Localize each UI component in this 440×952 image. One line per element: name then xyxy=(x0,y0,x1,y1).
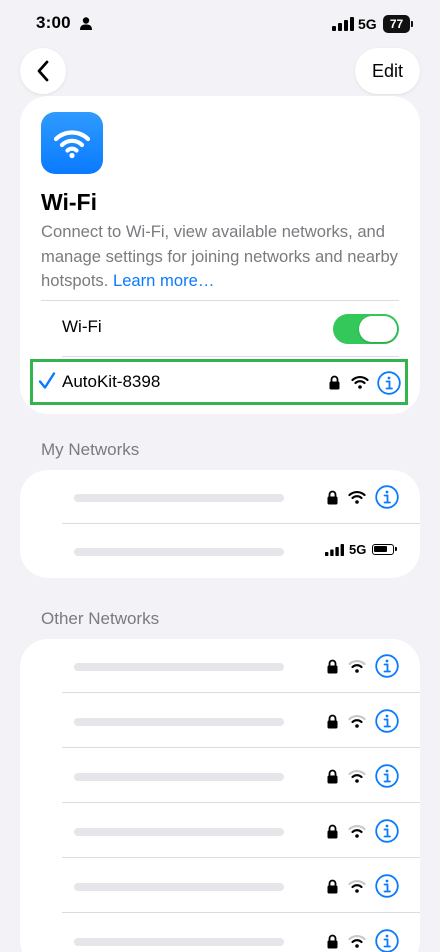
divider xyxy=(62,747,420,748)
chevron-left-icon xyxy=(37,60,49,82)
divider xyxy=(62,356,399,357)
lock-icon xyxy=(327,659,338,674)
network-name-placeholder xyxy=(74,883,284,891)
cellular-signal-icon xyxy=(332,17,354,31)
checkmark-icon xyxy=(38,372,56,389)
page-title: Wi-Fi xyxy=(41,189,97,215)
list-item[interactable] xyxy=(20,749,420,803)
divider xyxy=(62,857,420,858)
info-icon[interactable] xyxy=(377,371,401,395)
list-item[interactable] xyxy=(20,859,420,913)
wifi-signal-icon xyxy=(348,714,366,728)
network-name-placeholder xyxy=(74,718,284,726)
info-icon[interactable] xyxy=(375,874,399,898)
lock-icon xyxy=(329,375,340,390)
person-icon xyxy=(80,17,92,30)
hotspot-network-type: 5G xyxy=(349,542,367,557)
info-icon[interactable] xyxy=(375,709,399,733)
wifi-card: Wi-Fi Connect to Wi-Fi, view available n… xyxy=(20,96,420,414)
connected-network-name: AutoKit-8398 xyxy=(62,372,161,391)
wifi-icon xyxy=(53,130,91,159)
network-name-placeholder xyxy=(74,548,284,556)
wifi-app-icon xyxy=(41,112,103,174)
wifi-signal-icon xyxy=(348,879,366,893)
list-item[interactable] xyxy=(20,470,420,524)
learn-more-link[interactable]: Learn more… xyxy=(113,271,214,290)
list-item[interactable]: 5G xyxy=(20,524,420,578)
status-network-type: 5G xyxy=(358,16,377,32)
wifi-settings-screen: 3:00 5G 77 Edit Wi-Fi Connect to Wi-Fi, … xyxy=(0,0,440,952)
description-text: Connect to Wi-Fi, view available network… xyxy=(41,222,398,290)
hotspot-battery-icon xyxy=(372,544,397,555)
wifi-signal-icon xyxy=(348,490,366,504)
info-icon[interactable] xyxy=(375,819,399,843)
divider xyxy=(62,912,420,913)
wifi-signal-icon xyxy=(348,659,366,673)
my-networks-header: My Networks xyxy=(41,440,140,459)
status-time: 3:00 xyxy=(36,13,71,32)
wifi-signal-icon xyxy=(348,769,366,783)
toggle-knob xyxy=(359,316,397,342)
network-name-placeholder xyxy=(74,828,284,836)
wifi-signal-icon xyxy=(351,375,369,389)
network-name-placeholder xyxy=(74,663,284,671)
wifi-description: Connect to Wi-Fi, view available network… xyxy=(41,220,411,294)
battery-icon: 77 xyxy=(383,15,413,33)
connected-network-row[interactable]: AutoKit-8398 xyxy=(30,359,408,405)
status-bar: 3:00 5G 77 xyxy=(0,0,440,48)
lock-icon xyxy=(327,934,338,949)
other-networks-header: Other Networks xyxy=(41,609,160,628)
wifi-toggle-label: Wi-Fi xyxy=(62,317,102,336)
info-icon[interactable] xyxy=(375,654,399,678)
network-name-placeholder xyxy=(74,494,284,502)
lock-icon xyxy=(327,879,338,894)
list-item[interactable] xyxy=(20,639,420,693)
divider xyxy=(62,692,420,693)
list-item[interactable] xyxy=(20,804,420,858)
other-networks-list xyxy=(20,639,420,952)
network-name-placeholder xyxy=(74,773,284,781)
my-networks-list: 5G xyxy=(20,470,420,578)
edit-button[interactable]: Edit xyxy=(355,48,420,94)
divider xyxy=(41,300,399,301)
wifi-toggle[interactable] xyxy=(333,314,399,344)
info-icon[interactable] xyxy=(375,929,399,952)
lock-icon xyxy=(327,490,338,505)
wifi-signal-icon xyxy=(348,824,366,838)
lock-icon xyxy=(327,714,338,729)
cellular-signal-icon xyxy=(325,544,344,556)
info-icon[interactable] xyxy=(375,764,399,788)
lock-icon xyxy=(327,824,338,839)
wifi-signal-icon xyxy=(348,934,366,948)
divider xyxy=(62,802,420,803)
info-icon[interactable] xyxy=(375,485,399,509)
list-item[interactable] xyxy=(20,694,420,748)
back-button[interactable] xyxy=(20,48,66,94)
list-item[interactable] xyxy=(20,914,420,952)
lock-icon xyxy=(327,769,338,784)
network-name-placeholder xyxy=(74,938,284,946)
